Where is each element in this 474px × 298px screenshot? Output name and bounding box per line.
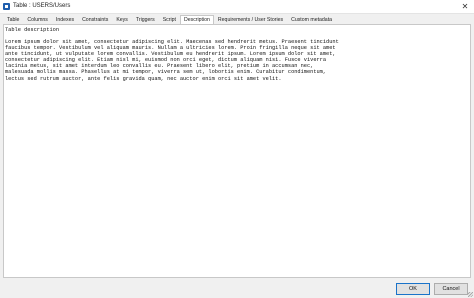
tab-bar: Table Columns Indexes Constraints Keys T…: [3, 15, 336, 24]
tab-triggers[interactable]: Triggers: [132, 15, 159, 24]
tab-keys[interactable]: Keys: [112, 15, 132, 24]
tab-table[interactable]: Table: [3, 15, 23, 24]
dialog-footer: OK Cancel: [0, 280, 474, 298]
tab-columns[interactable]: Columns: [23, 15, 51, 24]
tab-custom-metadata[interactable]: Custom metadata: [287, 15, 336, 24]
description-label: Table description: [5, 27, 60, 33]
app-icon: [3, 3, 10, 10]
tab-script[interactable]: Script: [159, 15, 180, 24]
window-titlebar: Table : USERS/Users ✕: [0, 0, 474, 14]
window-title: Table : USERS/Users: [13, 3, 71, 9]
cancel-button[interactable]: Cancel: [434, 283, 468, 295]
resize-grip-icon[interactable]: [468, 292, 473, 297]
description-editor[interactable]: Lorem ipsum dolor sit amet, consectetur …: [5, 39, 467, 82]
close-button[interactable]: ✕: [456, 0, 474, 14]
ok-button[interactable]: OK: [396, 283, 430, 295]
tab-indexes[interactable]: Indexes: [52, 15, 78, 24]
tab-description[interactable]: Description: [179, 15, 214, 24]
description-panel: Table description Lorem ipsum dolor sit …: [3, 24, 471, 278]
description-line: lectus sed rutrum auctor, ante felis gra…: [5, 75, 282, 82]
tab-constraints[interactable]: Constraints: [78, 15, 112, 24]
tab-requirements-user-stories[interactable]: Requirements / User Stories: [214, 15, 287, 24]
